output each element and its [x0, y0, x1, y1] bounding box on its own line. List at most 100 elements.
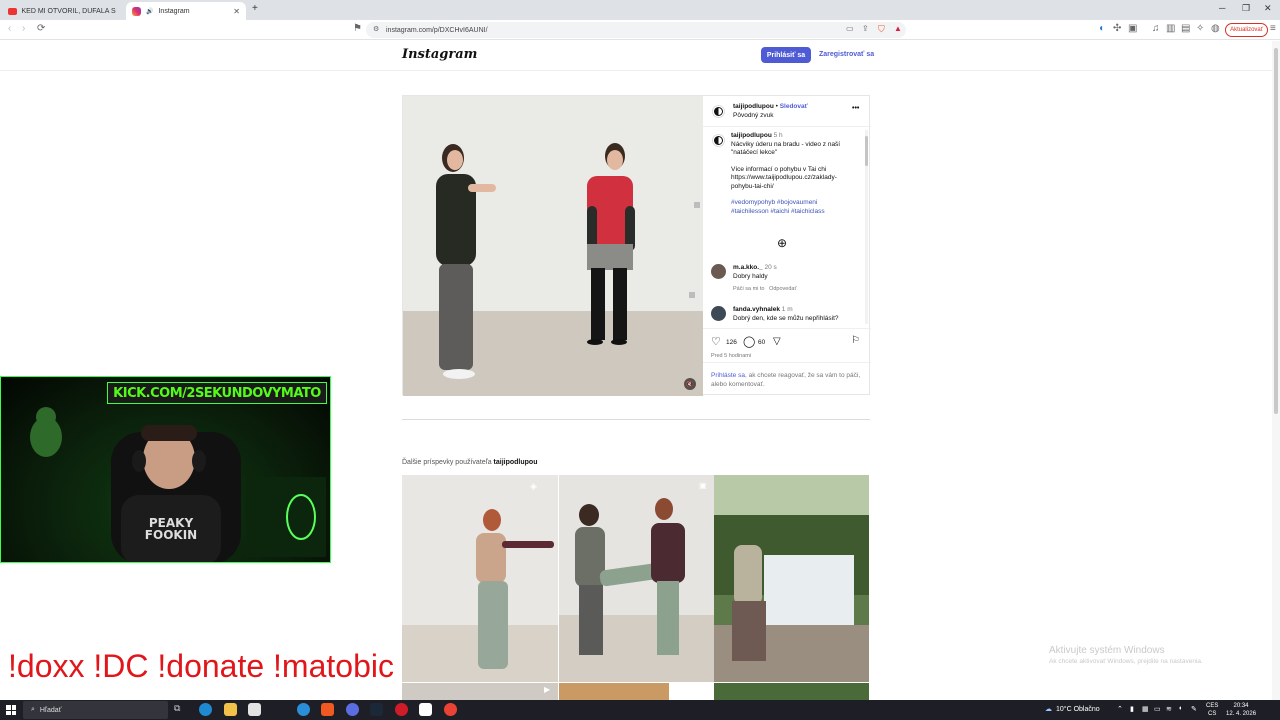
file-explorer-icon[interactable]: [224, 703, 237, 716]
tab-instagram[interactable]: 🔊 Instagram ✕: [126, 2, 246, 20]
steam-icon[interactable]: [370, 703, 383, 716]
extensions-icon[interactable]: ✣: [1113, 23, 1121, 34]
tray-volume-icon[interactable]: ◖: [1178, 705, 1182, 712]
caption-author[interactable]: taijipodlupou: [731, 132, 772, 139]
hashtags[interactable]: #vedomypohyb #bojovaumeni: [731, 199, 859, 208]
post-card: 🔇 taijipodlupou • Sledovať Pôvodný zvuk …: [402, 95, 871, 396]
comments-scrollbar-thumb[interactable]: [865, 136, 868, 166]
audio-icon[interactable]: ◖: [1098, 23, 1104, 34]
divider: [703, 126, 871, 127]
leo-icon[interactable]: ✧: [1196, 23, 1204, 34]
share-icon[interactable]: ⇪: [862, 24, 869, 33]
tab-youtube[interactable]: KEĎ MI OTVORIL, DÚFALA SOM, ŽE...: [2, 2, 122, 20]
close-tab-icon[interactable]: ✕: [233, 7, 240, 16]
webcam-overlay: KICK.COM/2SEKUNDOVYMATO PEAKY FOOKIN: [0, 376, 331, 563]
grid-post-4[interactable]: ▶: [402, 683, 558, 700]
audio-label[interactable]: Pôvodný zvuk: [733, 112, 773, 121]
minimize-button[interactable]: ─: [1219, 3, 1225, 13]
tray-mic-icon[interactable]: ▮: [1130, 705, 1134, 713]
author-avatar[interactable]: [712, 105, 725, 118]
more-posts-prefix: Ďalšie príspevky používateľa: [402, 459, 494, 466]
tray-network-icon[interactable]: ▦: [1142, 705, 1149, 713]
instagram-logo[interactable]: Instagram: [402, 47, 477, 62]
edge-icon[interactable]: [199, 703, 212, 716]
comment-reply[interactable]: Odpovedať: [769, 286, 796, 292]
address-bar[interactable]: ⚙ instagram.com/p/DXCHvI6AUNI/ ▭ ⇪ ⛉ ▲: [366, 22, 906, 38]
menu-icon[interactable]: ≡: [1270, 23, 1276, 34]
app-icon[interactable]: [297, 703, 310, 716]
start-icon[interactable]: [6, 705, 16, 715]
like-icon[interactable]: ♡: [711, 335, 721, 348]
browser-toolbar: ‹ › ⟳ ⚑ ⚙ instagram.com/p/DXCHvI6AUNI/ ▭…: [0, 20, 1280, 40]
clock[interactable]: 20:34 12. 4. 2026: [1226, 702, 1256, 718]
close-window-button[interactable]: ✕: [1264, 3, 1272, 14]
back-icon[interactable]: ‹: [8, 23, 11, 34]
brave-icon[interactable]: [321, 703, 334, 716]
reload-icon[interactable]: ⟳: [37, 23, 45, 34]
divider: [703, 328, 871, 329]
discord-icon[interactable]: [346, 703, 359, 716]
update-button[interactable]: Aktualizovať: [1225, 23, 1268, 37]
bookmark-icon[interactable]: ⚑: [353, 23, 362, 34]
instagram-header: Instagram Prihlásiť sa Zaregistrovať sa: [0, 41, 1272, 71]
opera-icon[interactable]: [395, 703, 408, 716]
caption-link[interactable]: pohybu-tai-chi/: [731, 183, 859, 192]
brave-shield-icon[interactable]: ⛉: [878, 24, 885, 35]
music-icon[interactable]: ♫: [1152, 23, 1160, 34]
more-posts-user[interactable]: taijipodlupou: [494, 459, 538, 466]
brave-rewards-icon[interactable]: ▲: [894, 24, 902, 33]
weather-widget[interactable]: ☁ 10°C Oblačno: [1045, 705, 1100, 714]
comment-user[interactable]: m.a.kko._: [733, 264, 763, 271]
tray-battery-icon[interactable]: ▭: [1154, 705, 1161, 713]
tray-wifi-icon[interactable]: ≋: [1166, 705, 1172, 713]
hashtags[interactable]: #taichilesson #taichi #taichiclass: [731, 208, 859, 217]
load-more-comments-icon[interactable]: ⊕: [777, 236, 787, 250]
screenshot-icon[interactable]: ▣: [1128, 23, 1137, 34]
taskbar-search[interactable]: ⌕ Hľadať: [23, 701, 168, 719]
windows-taskbar: ⌕ Hľadať ⧉ ☁ 10°C Oblačno ⌃ ▮ ▦ ▭ ≋ ◖ ✎ …: [0, 700, 1280, 720]
login-button[interactable]: Prihlásiť sa: [761, 47, 811, 63]
caption-time: 5 h: [773, 132, 783, 139]
comment-user[interactable]: fanda.vyhnalek: [733, 306, 780, 313]
mute-icon[interactable]: 🔇: [684, 378, 696, 390]
grid-post-5[interactable]: [559, 683, 669, 700]
caption-avatar[interactable]: [712, 134, 725, 147]
more-options-icon[interactable]: •••: [852, 105, 859, 114]
grid-post-1[interactable]: ◈: [402, 475, 558, 682]
new-tab-button[interactable]: +: [252, 3, 258, 14]
vpn-icon[interactable]: ◍: [1211, 23, 1220, 34]
post-sidebar: taijipodlupou • Sledovať Pôvodný zvuk ••…: [703, 96, 871, 396]
task-view-icon[interactable]: ⧉: [174, 703, 187, 716]
grid-post-2[interactable]: ▣: [559, 475, 714, 682]
author-name[interactable]: taijipodlupou: [733, 103, 774, 110]
site-info-icon[interactable]: ⚙: [373, 25, 379, 33]
share-icon[interactable]: ▽: [773, 336, 781, 347]
instagram-icon: [132, 6, 141, 16]
commenter-avatar[interactable]: [711, 264, 726, 279]
store-icon[interactable]: [248, 703, 261, 716]
sidebar-icon[interactable]: ▥: [1166, 23, 1175, 34]
grid-post-3[interactable]: [714, 475, 869, 682]
wallet-icon[interactable]: ▤: [1181, 23, 1190, 34]
forward-icon[interactable]: ›: [22, 23, 25, 34]
chrome-icon[interactable]: [444, 703, 457, 716]
caption-line: "natáčecí lekce": [731, 149, 778, 156]
weather-text: 10°C Oblačno: [1056, 705, 1100, 713]
tray-chevron-icon[interactable]: ⌃: [1117, 705, 1123, 713]
language-indicator[interactable]: CES CS: [1206, 702, 1218, 718]
post-video[interactable]: 🔇: [403, 96, 703, 396]
grid-post-6[interactable]: [714, 683, 869, 700]
caption-link[interactable]: https://www.taijipodlupou.cz/zaklady-: [731, 174, 859, 183]
cast-icon[interactable]: ▭: [846, 24, 854, 33]
comment-like[interactable]: Páči sa mi to: [733, 286, 764, 292]
save-icon[interactable]: ⚐: [851, 335, 860, 346]
commenter-avatar[interactable]: [711, 306, 726, 321]
follow-button[interactable]: Sledovať: [780, 103, 808, 110]
page-scrollbar-thumb[interactable]: [1274, 48, 1278, 414]
obs-icon[interactable]: [419, 703, 432, 716]
register-link[interactable]: Zaregistrovať sa: [819, 51, 874, 58]
maximize-button[interactable]: ❐: [1242, 3, 1250, 14]
login-link[interactable]: Prihláste sa: [711, 372, 745, 379]
comment-icon[interactable]: ◯: [743, 335, 755, 348]
tray-pen-icon[interactable]: ✎: [1191, 705, 1197, 713]
